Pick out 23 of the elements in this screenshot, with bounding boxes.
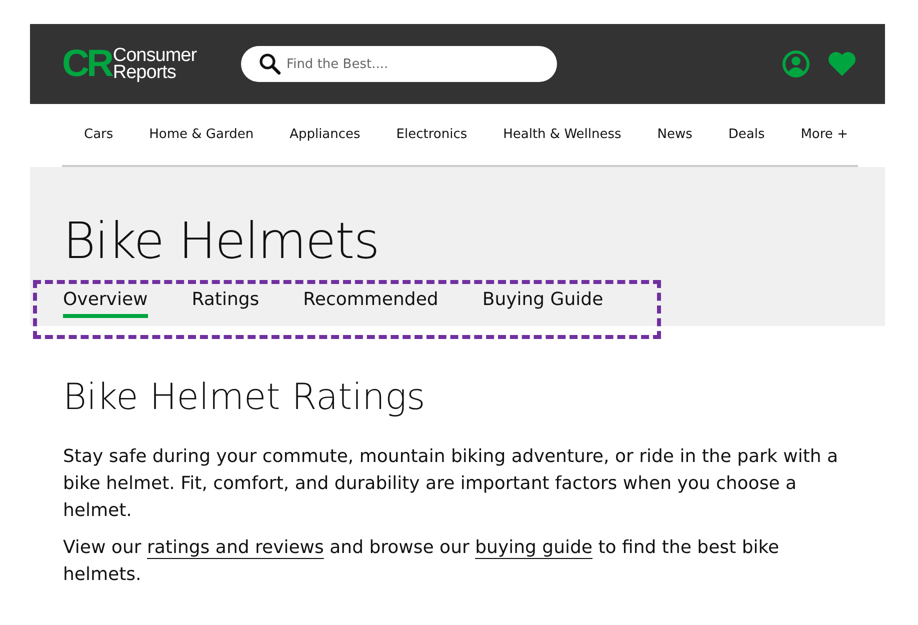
logo-mark[interactable]: CR [62,45,111,83]
search-field[interactable]: Find the Best.... [240,46,557,82]
page-title: Bike Helmets [63,211,380,271]
nav-link[interactable]: Electronics [396,127,468,142]
account-icon[interactable] [782,50,810,78]
nav-link[interactable]: More + [800,127,848,142]
tab[interactable]: Recommended [303,289,438,318]
nav-link[interactable]: Appliances [290,127,360,142]
tab[interactable]: Buying Guide [482,289,604,318]
logo-wordmark[interactable]: Consumer Reports [112,47,197,81]
nav-link[interactable]: Cars [84,127,114,142]
section-heading: Bike Helmet Ratings [63,376,426,420]
tab[interactable]: Overview [63,289,148,318]
nav-link[interactable]: News [657,127,692,142]
heart-icon[interactable] [827,51,857,77]
text-link[interactable]: ratings and reviews [146,537,324,558]
tab[interactable]: Ratings [192,289,260,318]
paragraph: Stay safe during your commute, mountain biking adventure, or ride in the park with a bike helmet. Fit, comfort, and durability are important factors when you choose a helmet. [63,445,840,524]
nav-link[interactable]: Deals [728,127,765,142]
nav-link[interactable]: Health & Wellness [503,127,622,142]
paragraph: View our ratings and reviews and browse our buying guide to find the best bike helmets. [63,536,780,588]
nav-link[interactable]: Home & Garden [149,127,254,142]
text-link[interactable]: buying guide [475,537,592,558]
